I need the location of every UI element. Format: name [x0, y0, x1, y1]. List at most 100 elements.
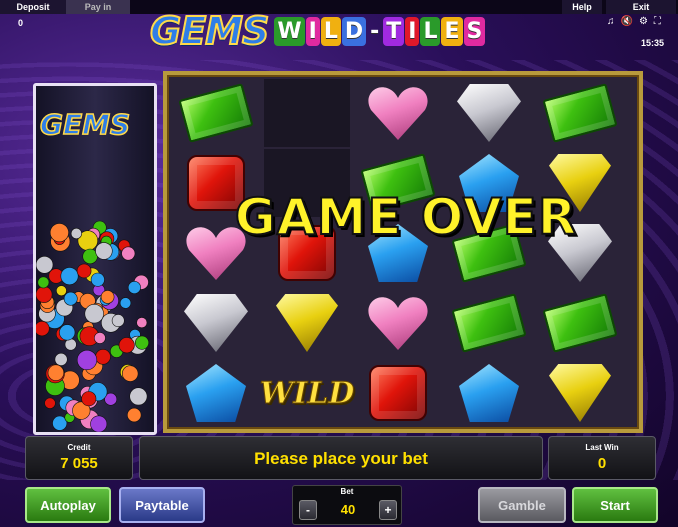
tube-logo: GEMS — [39, 107, 131, 142]
exit-tab[interactable]: Exit — [606, 0, 676, 14]
topaz-gem-icon — [276, 294, 338, 352]
start-button[interactable]: Start — [572, 487, 658, 523]
last-win-panel: Last Win 0 — [548, 436, 656, 480]
reel-cell-emerald — [537, 79, 623, 147]
bet-increase-button[interactable]: + — [379, 500, 397, 520]
tube-gem — [121, 246, 136, 261]
tube-gem — [36, 286, 53, 303]
balance-readout: 0 — [18, 18, 24, 28]
tube-gem — [36, 256, 54, 274]
status-icons: ♫ 🔇 ⚙ ⛶ — [607, 16, 661, 27]
tube-gem — [118, 337, 135, 354]
logo-tile-letter: - — [370, 18, 380, 44]
tube-gem — [60, 267, 79, 286]
bet-decrease-button[interactable]: - — [299, 500, 317, 520]
credit-label: Credit — [67, 443, 91, 452]
logo-tile-letter: T — [383, 16, 405, 46]
logo-tile-letter: L — [320, 16, 341, 46]
diamond-gem-icon — [457, 84, 521, 142]
tube-gem — [70, 227, 83, 240]
tube-gem — [55, 285, 67, 297]
gem-tube: GEMS — [33, 83, 157, 435]
credit-value: 7 055 — [60, 455, 98, 472]
game-logo: GEMS WILD-TILES — [149, 8, 535, 54]
tube-gem — [90, 272, 105, 287]
tube-gem — [111, 314, 125, 327]
tube-gem — [121, 365, 139, 382]
reel-cell-wild: WILD — [259, 359, 355, 427]
reel-cell-topaz — [537, 359, 623, 427]
last-win-value: 0 — [597, 455, 607, 472]
reel-cell-diamond — [173, 289, 259, 357]
wild-symbol: WILD — [259, 375, 355, 411]
tube-gem — [63, 291, 78, 306]
logo-tile-letter: I — [305, 16, 320, 46]
deposit-tab[interactable]: Deposit — [0, 0, 66, 14]
help-tab[interactable]: Help — [562, 0, 602, 14]
logo-gems-text: GEMS — [149, 8, 270, 54]
status-message: Please place your bet — [254, 449, 428, 468]
tube-gem — [95, 349, 111, 365]
logo-tile-letter: W — [274, 16, 305, 46]
tube-gem — [119, 297, 132, 309]
reel-cell-topaz — [264, 289, 350, 357]
topaz-gem-icon — [549, 364, 611, 422]
tube-gem — [76, 349, 98, 371]
tube-gem — [94, 332, 106, 344]
diamond-gem-icon — [184, 294, 248, 352]
ruby-gem-icon — [369, 365, 427, 421]
logo-tile-letter: E — [441, 16, 463, 46]
tube-gem — [49, 223, 69, 243]
last-win-label: Last Win — [585, 443, 619, 452]
game-over-overlay: GAME OVER — [234, 187, 578, 247]
tube-gem — [136, 317, 148, 329]
reel-cell-heart — [355, 289, 441, 357]
reel-cell-sapphire — [173, 359, 259, 427]
sapphire-gem-icon — [186, 364, 246, 422]
logo-tile-letter: S — [463, 16, 486, 46]
tube-gem — [76, 263, 92, 279]
logo-tile-letter: D — [341, 16, 367, 46]
reel-cell-blank — [264, 79, 350, 147]
reel-cell-ruby — [355, 359, 441, 427]
settings-icon[interactable]: ⚙ — [639, 16, 648, 27]
reel-cell-emerald — [537, 289, 623, 357]
tube-gem — [129, 387, 148, 406]
tube-gem — [95, 242, 113, 260]
emerald-gem-icon — [451, 293, 527, 353]
paytable-button[interactable]: Paytable — [119, 487, 205, 523]
heart-gem-icon — [367, 84, 429, 142]
heart-gem-icon — [367, 294, 429, 352]
autoplay-button[interactable]: Autoplay — [25, 487, 111, 523]
emerald-gem-icon — [178, 83, 254, 143]
sound-off-icon[interactable]: 🔇 — [621, 16, 633, 27]
fullscreen-icon[interactable]: ⛶ — [654, 16, 661, 27]
tube-gem — [90, 415, 108, 432]
reel-cell-diamond — [446, 79, 532, 147]
music-icon[interactable]: ♫ — [607, 16, 615, 27]
tube-gem — [127, 281, 141, 295]
gamble-button[interactable]: Gamble — [478, 487, 566, 523]
tube-gem — [54, 352, 68, 366]
tube-gem — [126, 407, 142, 423]
sapphire-gem-icon — [459, 364, 519, 422]
emerald-gem-icon — [542, 293, 618, 353]
bet-label: Bet — [340, 487, 354, 496]
tube-gem — [44, 397, 56, 409]
reel-cell-sapphire — [446, 359, 532, 427]
reel-cell-emerald — [173, 79, 259, 147]
emerald-gem-icon — [542, 83, 618, 143]
tube-gem — [64, 338, 77, 351]
logo-tile-letter: I — [405, 16, 420, 46]
tube-gem — [59, 324, 76, 341]
tube-gem — [135, 335, 150, 350]
tube-gem — [100, 290, 115, 304]
message-panel: Please place your bet — [139, 436, 543, 480]
bet-control: Bet - 40 + — [292, 485, 402, 525]
payin-tab[interactable]: Pay in — [66, 0, 130, 14]
tube-gem — [36, 321, 50, 337]
tube-gem-pile — [36, 220, 150, 432]
logo-tile-letter: L — [420, 16, 441, 46]
clock: 15:35 — [641, 38, 665, 48]
tube-gem — [47, 364, 65, 381]
